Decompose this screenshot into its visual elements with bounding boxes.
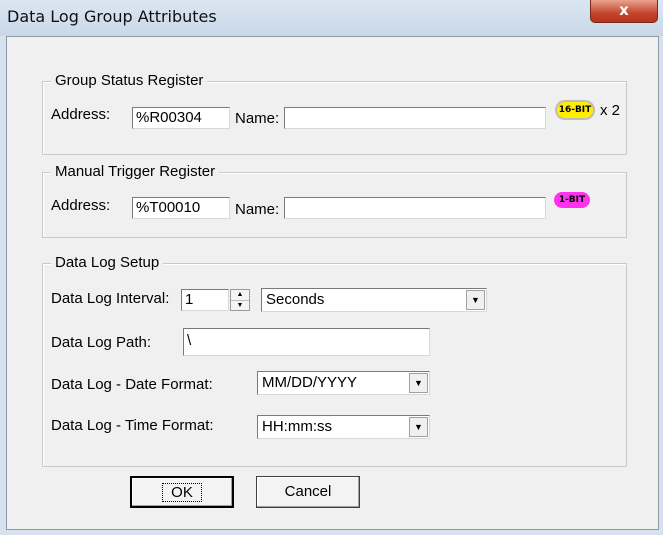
window-title: Data Log Group Attributes (7, 7, 217, 26)
close-button[interactable]: x (590, 0, 658, 23)
date-format-value: MM/DD/YYYY (262, 374, 358, 391)
time-format-select[interactable]: HH:mm:ss ▼ (257, 415, 430, 439)
ok-button-label: OK (162, 483, 202, 502)
chevron-down-icon[interactable]: ▼ (409, 373, 428, 393)
close-icon: x (619, 1, 629, 19)
interval-unit-select[interactable]: Seconds ▼ (261, 288, 487, 312)
multiplier-label: x 2 (600, 102, 621, 119)
time-format-value: HH:mm:ss (262, 418, 332, 435)
spin-up-icon[interactable]: ▲ (231, 290, 249, 301)
chevron-down-icon[interactable]: ▼ (466, 290, 485, 310)
1-bit-icon: 1-BIT (554, 192, 590, 208)
date-format-select[interactable]: MM/DD/YYYY ▼ (257, 371, 430, 395)
group-status-name-label: Name: (235, 110, 280, 127)
time-format-label: Data Log - Time Format: (51, 417, 214, 434)
group-status-address-label: Address: (51, 106, 111, 123)
chevron-down-icon[interactable]: ▼ (409, 417, 428, 437)
group-status-name-input[interactable] (284, 107, 546, 129)
interval-spinner[interactable]: ▲ ▼ (230, 289, 250, 311)
16-bit-icon: 16-BIT (557, 102, 593, 118)
manual-trigger-address-label: Address: (51, 197, 111, 214)
manual-trigger-name-input[interactable] (284, 197, 546, 219)
ok-button[interactable]: OK (130, 476, 234, 508)
manual-trigger-name-label: Name: (235, 201, 280, 218)
manual-trigger-register-legend: Manual Trigger Register (51, 163, 220, 181)
data-log-path-input[interactable]: \ (183, 328, 430, 356)
group-status-address-input[interactable]: %R00304 (132, 107, 230, 129)
data-log-interval-input[interactable]: 1 (181, 289, 229, 311)
data-log-interval-label: Data Log Interval: (51, 290, 170, 307)
title-bar: Data Log Group Attributes x (0, 0, 663, 36)
data-log-path-label: Data Log Path: (51, 334, 152, 351)
cancel-button[interactable]: Cancel (256, 476, 360, 508)
spin-down-icon[interactable]: ▼ (231, 301, 249, 311)
date-format-label: Data Log - Date Format: (51, 376, 213, 393)
manual-trigger-address-input[interactable]: %T00010 (132, 197, 230, 219)
interval-unit-value: Seconds (266, 291, 325, 308)
group-status-register-legend: Group Status Register (51, 72, 208, 90)
group-status-register-group: Group Status Register Address: %R00304 N… (42, 72, 627, 155)
data-log-setup-group: Data Log Setup Data Log Interval: 1 ▲ ▼ … (42, 254, 627, 467)
data-log-setup-legend: Data Log Setup (51, 254, 164, 272)
manual-trigger-register-group: Manual Trigger Register Address: %T00010… (42, 163, 627, 238)
dialog-body: Group Status Register Address: %R00304 N… (6, 36, 659, 530)
